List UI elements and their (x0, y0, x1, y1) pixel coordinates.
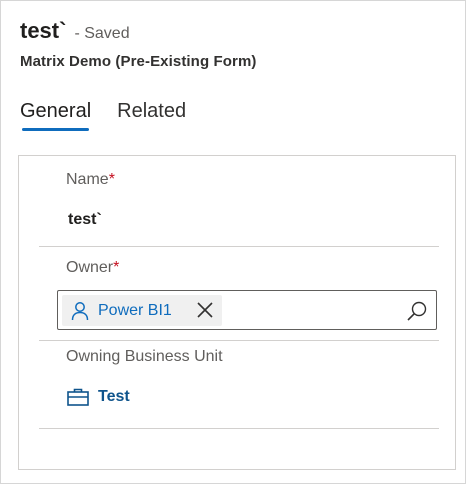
owner-lookup-value[interactable]: Power BI1 (98, 302, 172, 320)
owner-lookup-field[interactable]: Power BI1 (57, 290, 437, 330)
owner-required-marker: * (113, 259, 120, 276)
owning-business-unit-value[interactable]: Test (98, 388, 130, 406)
tab-related[interactable]: Related (117, 100, 186, 131)
divider (39, 246, 439, 247)
close-icon[interactable] (196, 301, 214, 319)
owner-field-label: Owner* (66, 259, 119, 277)
form-name: Matrix Demo (Pre-Existing Form) (20, 53, 257, 70)
owning-business-unit-label: Owning Business Unit (66, 348, 223, 365)
owner-lookup-tag[interactable]: Power BI1 (62, 295, 222, 326)
name-required-marker: * (108, 171, 115, 188)
form-header: test` - Saved (20, 18, 130, 44)
tab-general[interactable]: General (20, 100, 91, 131)
search-icon[interactable] (406, 300, 428, 322)
title-row: test` - Saved (20, 18, 130, 44)
name-field-value[interactable]: test` (68, 211, 102, 229)
owning-business-unit-link[interactable]: Test (67, 388, 130, 406)
person-icon (70, 301, 90, 321)
general-section: Name* test` Owner* Power BI1 Owning Busi… (18, 155, 456, 470)
save-status: - Saved (74, 25, 130, 42)
name-label-text: Name (66, 171, 109, 188)
name-field-label: Name* (66, 171, 115, 189)
record-title: test` (20, 18, 67, 43)
briefcase-icon (67, 388, 89, 406)
divider (39, 340, 439, 341)
owner-label-text: Owner (66, 259, 114, 276)
divider (39, 428, 439, 429)
tab-list: General Related (20, 100, 212, 131)
